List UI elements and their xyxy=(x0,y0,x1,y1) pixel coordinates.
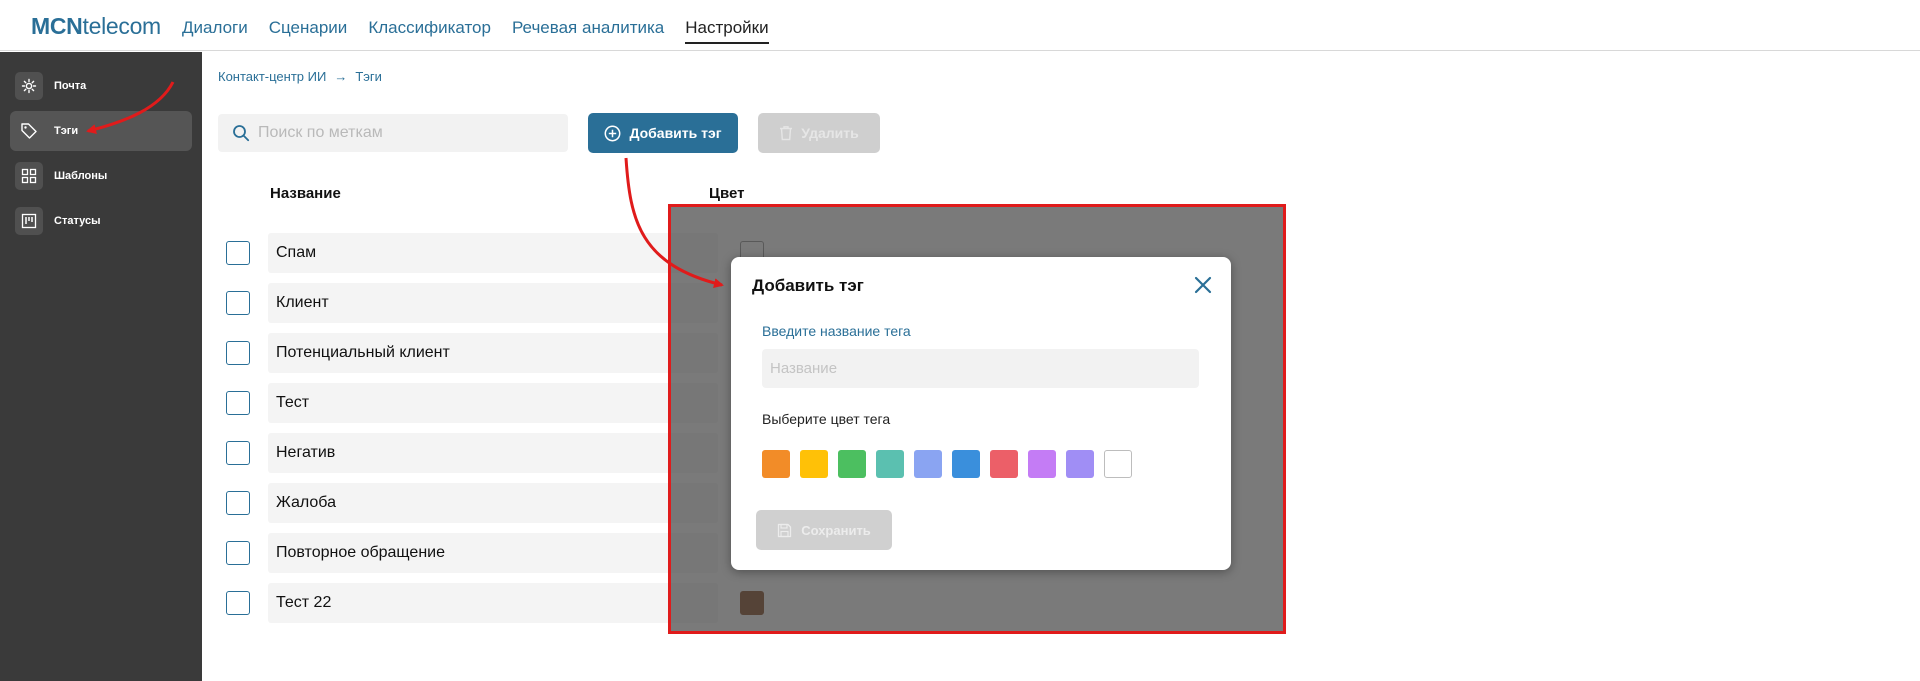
kanban-icon xyxy=(15,207,43,235)
color-option-yellow[interactable] xyxy=(800,450,828,478)
tag-name: Тест 22 xyxy=(268,583,718,623)
trash-icon xyxy=(780,126,793,141)
nav-settings[interactable]: Настройки xyxy=(685,18,769,44)
main-nav: Диалоги Сценарии Классификатор Речевая а… xyxy=(182,18,769,44)
color-option-teal[interactable] xyxy=(876,450,904,478)
nav-dialogs[interactable]: Диалоги xyxy=(182,18,248,44)
row-checkbox[interactable] xyxy=(226,541,250,565)
add-tag-label: Добавить тэг xyxy=(629,125,722,141)
add-tag-button[interactable]: Добавить тэг xyxy=(588,113,738,153)
save-label: Сохранить xyxy=(801,522,871,538)
sidebar-item-mail[interactable]: Почта xyxy=(10,66,192,106)
sidebar-item-label: Почта xyxy=(54,80,87,92)
sidebar-item-label: Тэги xyxy=(54,125,79,137)
close-icon[interactable] xyxy=(1189,271,1217,299)
search-icon xyxy=(233,125,250,142)
row-checkbox[interactable] xyxy=(226,441,250,465)
row-checkbox[interactable] xyxy=(226,241,250,265)
breadcrumb-parent[interactable]: Контакт-центр ИИ xyxy=(218,69,326,84)
row-checkbox[interactable] xyxy=(226,491,250,515)
search-box xyxy=(218,114,568,152)
color-picker xyxy=(762,450,1132,478)
sidebar: Почта Тэги Шаблоны Статусы xyxy=(0,52,202,681)
nav-speech-analytics[interactable]: Речевая аналитика xyxy=(512,18,664,44)
row-checkbox[interactable] xyxy=(226,341,250,365)
sidebar-item-statuses[interactable]: Статусы xyxy=(10,201,192,241)
breadcrumb: Контакт-центр ИИ → Тэги xyxy=(218,69,382,84)
tag-name-label: Введите название тега xyxy=(762,323,911,339)
sidebar-item-label: Статусы xyxy=(54,215,101,227)
tag-name: Спам xyxy=(268,233,718,273)
color-option-white[interactable] xyxy=(1104,450,1132,478)
row-checkbox[interactable] xyxy=(226,591,250,615)
sidebar-item-label: Шаблоны xyxy=(54,170,108,182)
breadcrumb-current: Тэги xyxy=(355,69,382,84)
sidebar-item-templates[interactable]: Шаблоны xyxy=(10,156,192,196)
tag-name: Повторное обращение xyxy=(268,533,718,573)
row-checkbox[interactable] xyxy=(226,291,250,315)
tag-name-input[interactable] xyxy=(762,349,1199,388)
tag-name: Клиент xyxy=(268,283,718,323)
sidebar-item-tags[interactable]: Тэги xyxy=(10,111,192,151)
row-checkbox[interactable] xyxy=(226,391,250,415)
add-tag-dialog: Добавить тэг Введите название тега Выбер… xyxy=(731,257,1231,570)
logo[interactable]: MCNtelecom xyxy=(31,13,161,40)
nav-classifier[interactable]: Классификатор xyxy=(368,18,491,44)
column-header-name[interactable]: Название xyxy=(270,185,341,202)
nav-scenarios[interactable]: Сценарии xyxy=(269,18,348,44)
dialog-title: Добавить тэг xyxy=(752,276,864,295)
breadcrumb-separator: → xyxy=(334,69,348,84)
tag-name: Негатив xyxy=(268,433,718,473)
column-header-color[interactable]: Цвет xyxy=(709,185,744,202)
tag-name: Потенциальный клиент xyxy=(268,333,718,373)
tag-color-label: Выберите цвет тега xyxy=(762,411,891,427)
floppy-disk-icon xyxy=(778,523,792,537)
top-bar: MCNtelecom Диалоги Сценарии Классификато… xyxy=(0,0,1920,51)
save-button[interactable]: Сохранить xyxy=(756,510,892,550)
search-input[interactable] xyxy=(258,124,558,142)
grid-icon xyxy=(15,162,43,190)
tag-icon xyxy=(15,117,43,145)
tag-name: Тест xyxy=(268,383,718,423)
color-option-orange[interactable] xyxy=(762,450,790,478)
color-option-lavender[interactable] xyxy=(1066,450,1094,478)
tag-name: Жалоба xyxy=(268,483,718,523)
gear-icon xyxy=(15,72,43,100)
delete-label: Удалить xyxy=(801,125,859,141)
plus-circle-icon xyxy=(604,125,621,141)
color-option-periwinkle[interactable] xyxy=(914,450,942,478)
color-option-green[interactable] xyxy=(838,450,866,478)
delete-button[interactable]: Удалить xyxy=(758,113,880,153)
color-option-violet[interactable] xyxy=(1028,450,1056,478)
color-option-red[interactable] xyxy=(990,450,1018,478)
color-option-blue[interactable] xyxy=(952,450,980,478)
